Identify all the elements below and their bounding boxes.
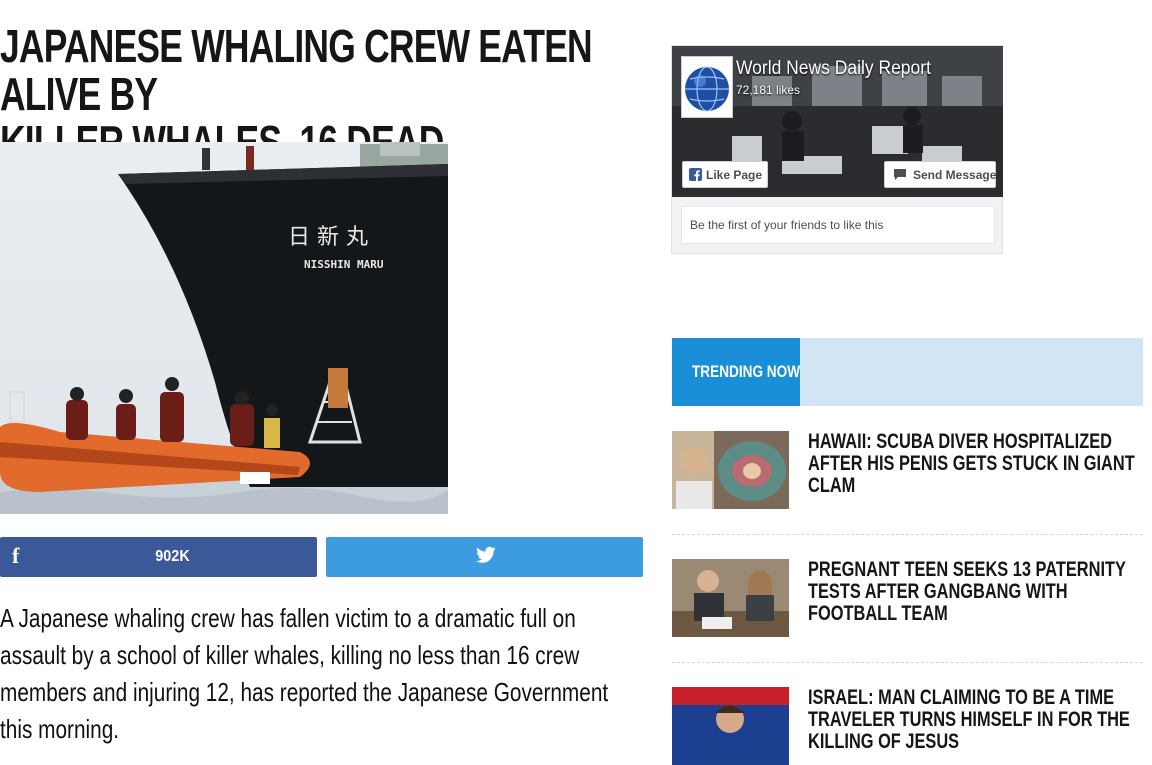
facebook-share-count: 902K (155, 548, 190, 565)
send-message-label: Send Message (913, 168, 997, 182)
trending-thumbnail[interactable] (672, 431, 789, 509)
facebook-page-widget[interactable]: World News Daily Report 72,181 likes Lik… (671, 45, 1003, 254)
like-page-label: Like Page (706, 168, 763, 182)
trending-thumbnail[interactable] (672, 559, 789, 637)
facebook-f-icon (689, 168, 702, 181)
facebook-page-name[interactable]: World News Daily Report (736, 58, 931, 80)
facebook-friends-box: Be the first of your friends to like thi… (681, 206, 995, 244)
page-logo-globe-icon[interactable] (681, 56, 733, 118)
twitter-share-button[interactable] (326, 537, 643, 577)
trending-tab[interactable]: TRENDING NOW (672, 338, 800, 406)
article-body: A Japanese whaling crew has fallen victi… (0, 603, 609, 744)
divider (672, 662, 1143, 664)
trending-title[interactable]: PREGNANT TEEN SEEKS 13 PATERNITY TESTS A… (808, 559, 1136, 625)
like-page-button[interactable]: Like Page (682, 161, 768, 188)
trending-thumbnail[interactable] (672, 687, 789, 765)
send-message-button[interactable]: Send Message (884, 161, 996, 188)
trending-title[interactable]: ISRAEL: MAN CLAIMING TO BE A TIME TRAVEL… (808, 687, 1136, 753)
trending-title[interactable]: HAWAII: SCUBA DIVER HOSPITALIZED AFTER H… (808, 431, 1136, 497)
ship-name-text: NISSHIN MARU (304, 258, 384, 271)
facebook-cover-image: World News Daily Report 72,181 likes Lik… (672, 46, 1003, 197)
trending-item[interactable]: HAWAII: SCUBA DIVER HOSPITALIZED AFTER H… (672, 431, 1143, 536)
trending-item[interactable]: PREGNANT TEEN SEEKS 13 PATERNITY TESTS A… (672, 559, 1143, 664)
trending-header-bar: TRENDING NOW (672, 338, 1143, 406)
message-icon (894, 169, 906, 180)
trending-item[interactable]: ISRAEL: MAN CLAIMING TO BE A TIME TRAVEL… (672, 687, 1143, 765)
facebook-friends-text: Be the first of your friends to like thi… (690, 218, 884, 232)
twitter-icon (476, 546, 496, 563)
facebook-share-button[interactable]: f 902K (0, 537, 317, 577)
headline-line-1: JAPANESE WHALING CREW EATEN ALIVE BY (0, 20, 593, 120)
divider (672, 534, 1143, 536)
article-hero-image: 日 新 丸 NISSHIN MARU (0, 142, 448, 514)
ship-name-kanji: 日 新 丸 (288, 225, 368, 250)
facebook-likes-count: 72,181 likes (736, 83, 801, 97)
trending-label: TRENDING NOW (692, 362, 801, 381)
